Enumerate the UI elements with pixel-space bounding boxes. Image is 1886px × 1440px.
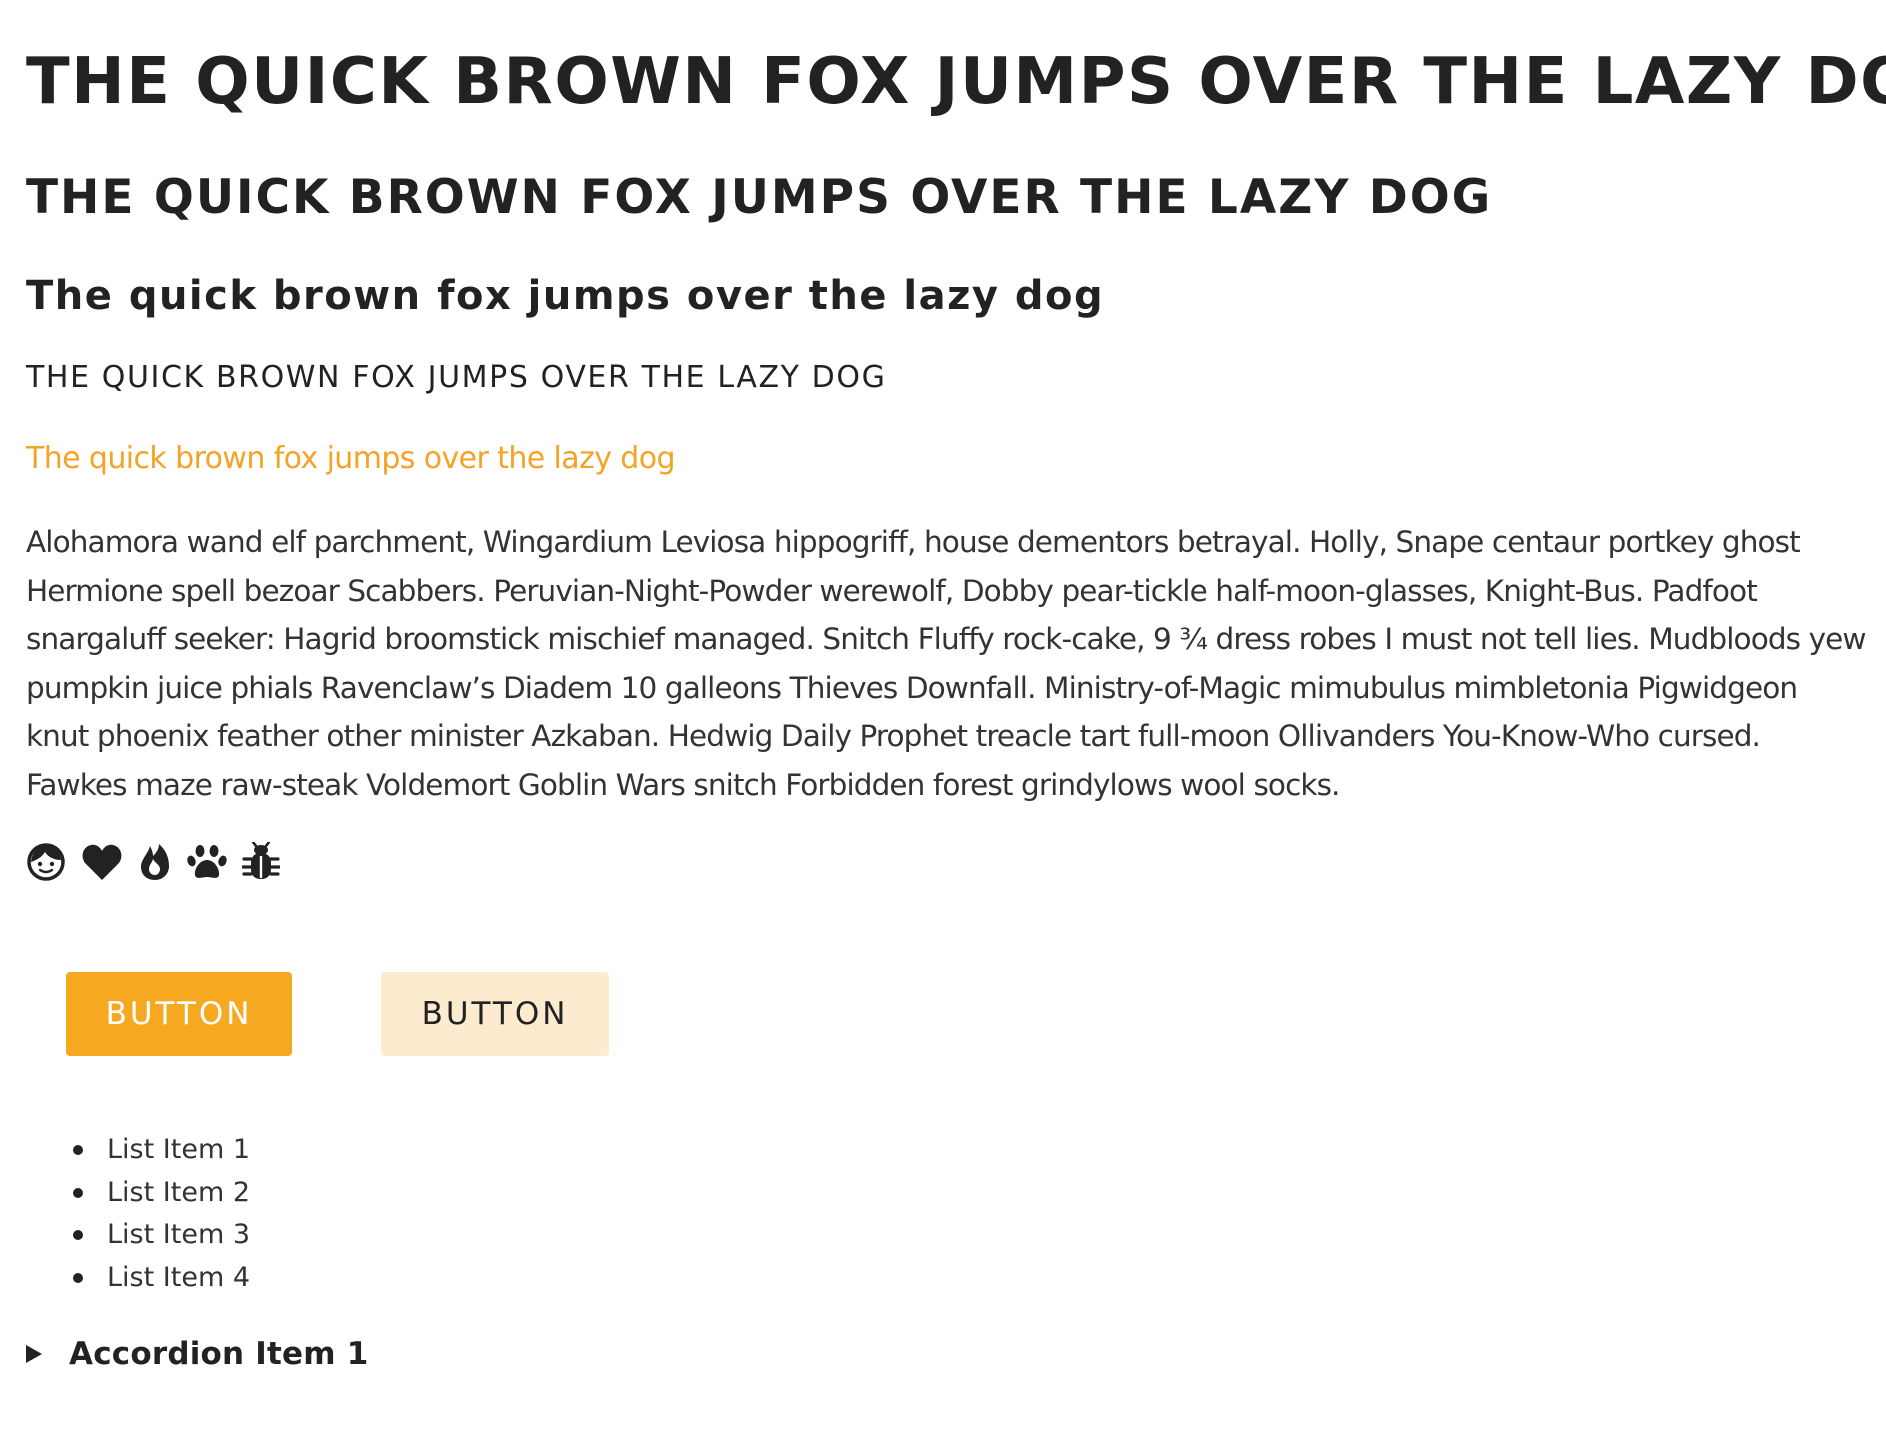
triangle-right-icon: [26, 1345, 42, 1363]
heading-3: The quick brown fox jumps over the lazy …: [26, 273, 1105, 319]
fire-icon: [138, 842, 172, 882]
bug-icon: [242, 842, 280, 882]
accordion-item-1[interactable]: Accordion Item 1: [26, 1332, 369, 1376]
secondary-button[interactable]: BUTTON: [381, 972, 609, 1056]
bullet-icon: [73, 1272, 83, 1283]
list-item-label: List Item 3: [107, 1219, 251, 1250]
list-item-label: List Item 2: [107, 1176, 251, 1208]
heart-icon: [81, 843, 123, 881]
list-item: List Item 4: [26, 1257, 250, 1300]
heading-4: THE QUICK BROWN FOX JUMPS OVER THE LAZY …: [26, 360, 887, 395]
lead-text: The quick brown fox jumps over the lazy …: [26, 441, 676, 476]
heading-2: THE QUICK BROWN FOX JUMPS OVER THE LAZY …: [26, 170, 1493, 225]
bullet-list: List Item 1 List Item 2 List Item 3 List…: [26, 1129, 250, 1299]
bullet-icon: [73, 1230, 83, 1240]
paw-icon: [187, 843, 227, 881]
list-item: List Item 2: [26, 1172, 250, 1215]
face-icon: [26, 842, 66, 882]
bullet-icon: [73, 1145, 83, 1155]
list-item: List Item 3: [26, 1214, 250, 1257]
list-item: List Item 1: [26, 1129, 250, 1172]
bullet-icon: [73, 1187, 83, 1198]
heading-1: THE QUICK BROWN FOX JUMPS OVER THE LAZY …: [26, 45, 1886, 119]
list-item-label: List Item 4: [107, 1261, 251, 1293]
accordion-item-label: Accordion Item 1: [69, 1336, 369, 1372]
icon-row: [26, 840, 280, 884]
list-item-label: List Item 1: [107, 1134, 251, 1165]
primary-button[interactable]: BUTTON: [66, 972, 292, 1056]
body-paragraph: Alohamora wand elf parchment, Wingardium…: [26, 525, 1867, 802]
